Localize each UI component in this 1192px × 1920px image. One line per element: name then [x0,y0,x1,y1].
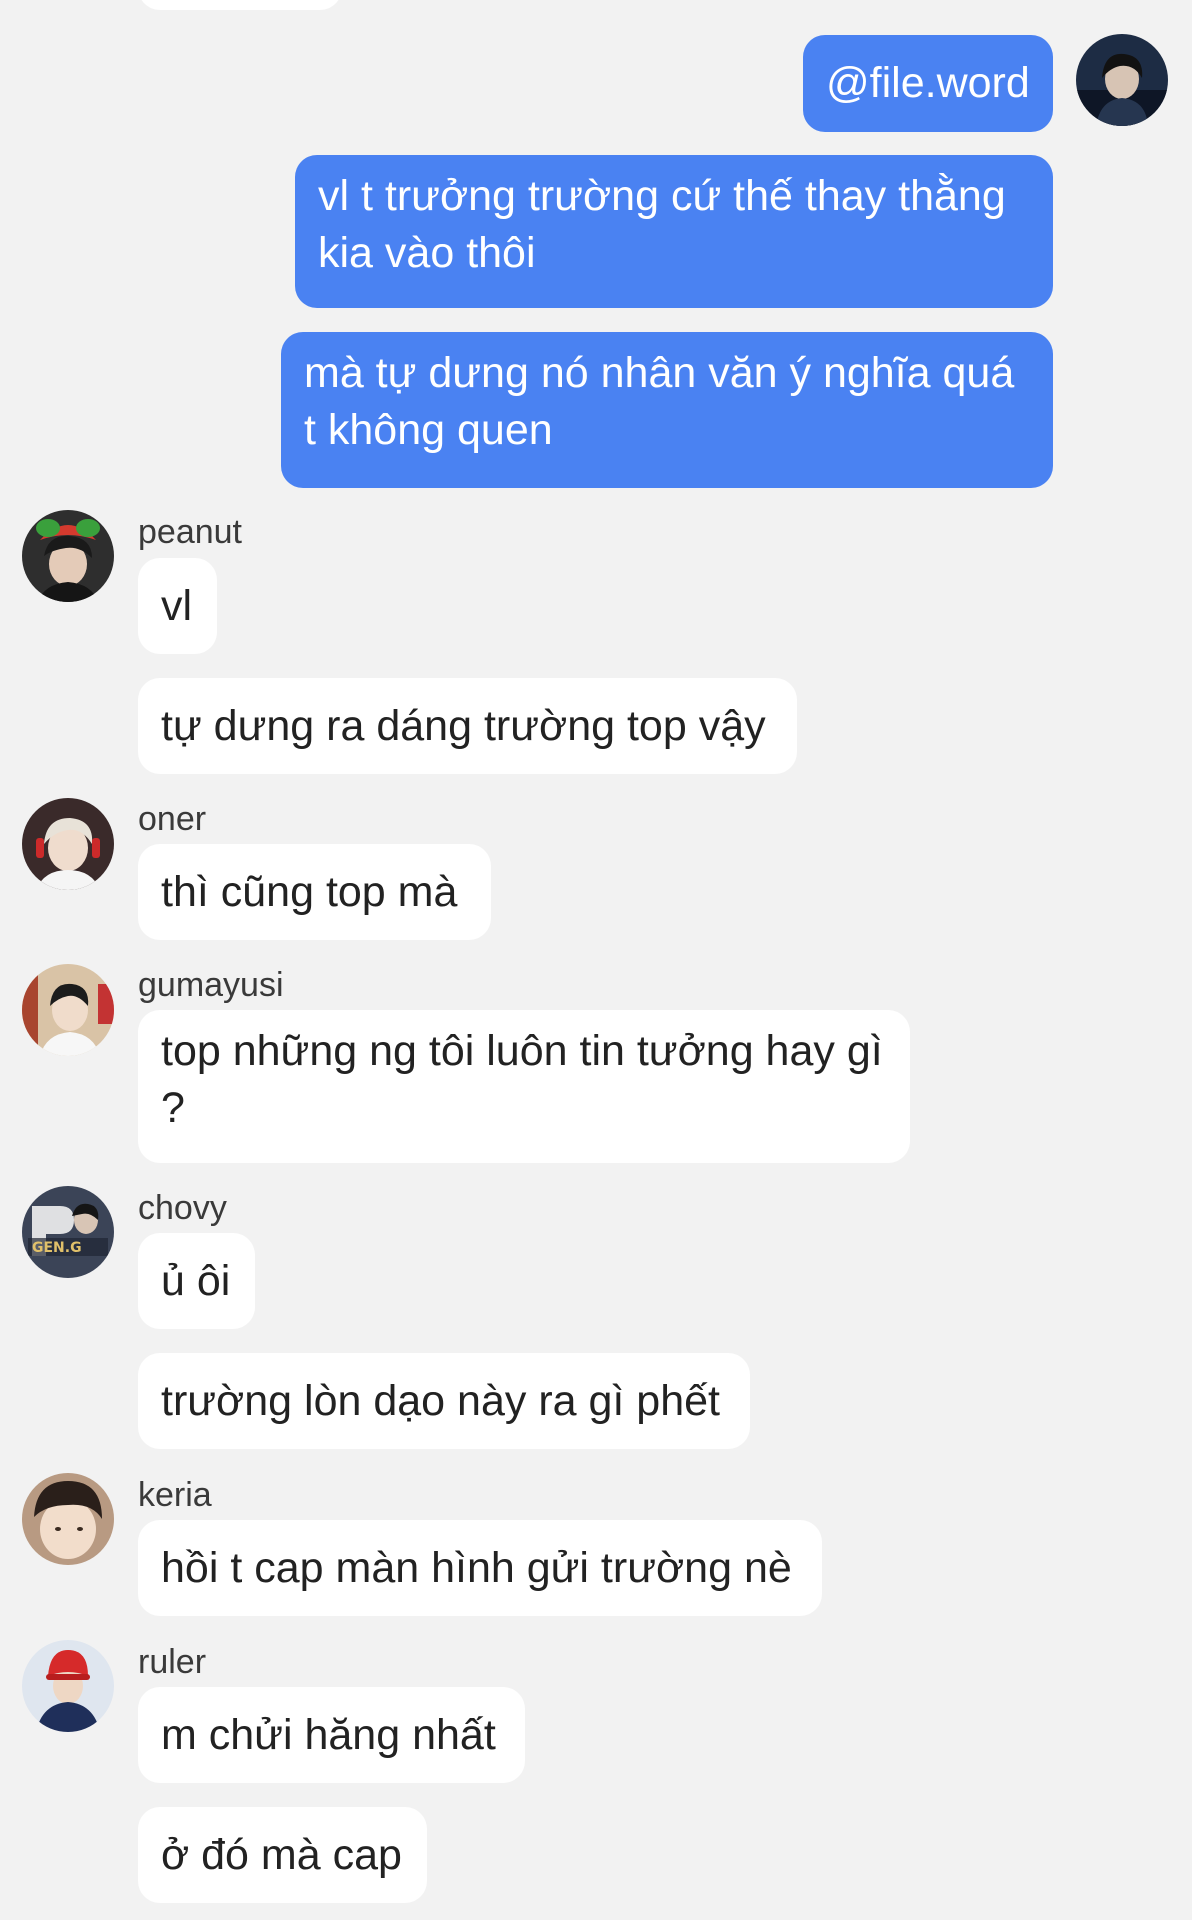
incoming-message[interactable]: hồi t cap màn hình gửi trường nè [138,1520,822,1616]
avatar-image [22,1473,114,1565]
message-text: tự dưng ra dáng trường top vậy [161,701,766,750]
sender-name: oner [138,800,207,838]
outgoing-message[interactable]: @file.word [803,35,1053,132]
avatar-peanut[interactable] [22,510,114,602]
avatar-image [1076,34,1168,126]
outgoing-message[interactable]: mà tự dưng nó nhân văn ý nghĩa quá t khô… [281,332,1053,488]
message-text: hồi t cap màn hình gửi trường nè [161,1543,792,1592]
incoming-message[interactable]: top những ng tôi luôn tin tưởng hay gì ? [138,1010,910,1163]
sender-name: chovy [138,1189,227,1227]
sender-name: gumayusi [138,966,284,1004]
message-text: vl [161,581,193,630]
incoming-message[interactable]: ủ ôi [138,1233,255,1329]
message-text: trường lòn dạo này ra gì phết [161,1376,720,1425]
avatar-image [22,964,114,1056]
incoming-message[interactable]: m chửi hăng nhất [138,1687,525,1783]
incoming-message[interactable]: thì cũng top mà [138,844,491,940]
gen-g-logo: GEN.G [32,1240,82,1256]
avatar-image [22,798,114,890]
message-text: mà tự dưng nó nhân văn ý nghĩa quá t khô… [304,349,1015,454]
sender-name: ruler [138,1643,207,1681]
avatar-image [22,1640,114,1732]
avatar-ruler[interactable] [22,1640,114,1732]
incoming-message[interactable]: ở đó mà cap [138,1807,427,1903]
message-text: @file.word [826,59,1030,107]
avatar-image [22,510,114,602]
message-text: m chửi hăng nhất [161,1710,496,1759]
avatar-oner[interactable] [22,798,114,890]
incoming-message[interactable]: tự dưng ra dáng trường top vậy [138,678,797,774]
own-avatar[interactable] [1076,34,1168,126]
message-text: top những ng tôi luôn tin tưởng hay gì ? [161,1027,883,1132]
message-text: thì cũng top mà [161,867,458,916]
incoming-message[interactable]: vl [138,558,217,654]
avatar-keria[interactable] [22,1473,114,1565]
sender-name: peanut [138,513,242,551]
message-text: ở đó mà cap [161,1830,402,1879]
message-text: ủ ôi [161,1256,231,1305]
avatar-gumayusi[interactable] [22,964,114,1056]
message-text: vl t trưởng trường cứ thế thay thằng kia… [318,172,1006,277]
sender-name: keria [138,1476,212,1514]
message-bubble-partial[interactable] [138,0,342,10]
outgoing-message[interactable]: vl t trưởng trường cứ thế thay thằng kia… [295,155,1053,308]
incoming-message[interactable]: trường lòn dạo này ra gì phết [138,1353,750,1449]
avatar-image: GEN.G [22,1186,114,1278]
avatar-chovy[interactable]: GEN.G [22,1186,114,1278]
